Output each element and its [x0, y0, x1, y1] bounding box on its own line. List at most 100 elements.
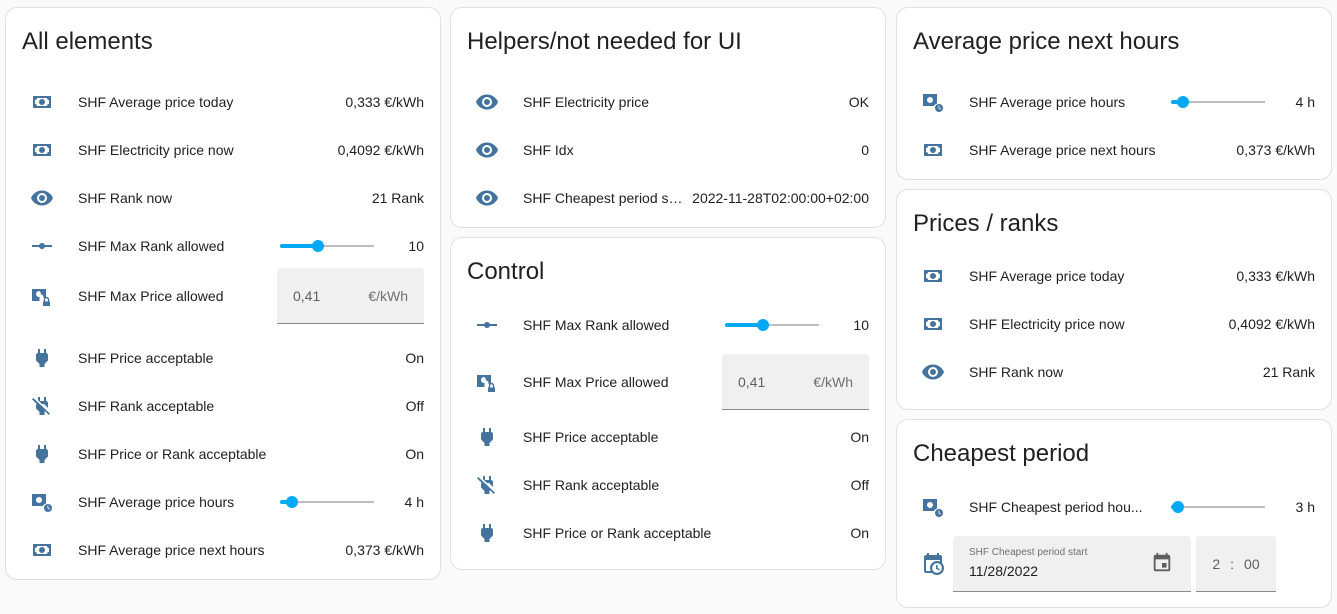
minute-value[interactable]: 00: [1244, 556, 1260, 572]
entity-state: 0: [861, 142, 869, 158]
entity-name: SHF Electricity price: [523, 94, 650, 110]
slider-row: SHF Max Rank allowed 10: [467, 305, 869, 345]
entity-row[interactable]: SHF Rank acceptable Off: [22, 386, 424, 426]
entity-row[interactable]: SHF Price or Rank acceptable On: [467, 513, 869, 553]
slider-thumb[interactable]: [311, 240, 324, 252]
input-unit: €/kWh: [813, 373, 853, 390]
max-price-input[interactable]: 0,41 €/kWh: [277, 268, 424, 324]
entity-name: SHF Price or Rank acceptable: [523, 525, 712, 541]
card-title: All elements: [22, 28, 153, 55]
number-input-row: SHF Max Price allowed 0,41 €/kWh: [22, 268, 424, 324]
time-picker[interactable]: 2 : 00: [1196, 536, 1276, 592]
entity-row[interactable]: SHF Average price today 0,333 €/kWh: [22, 82, 424, 122]
entity-state: 0,373 €/kWh: [345, 542, 424, 558]
ray-vertex-icon: [22, 226, 62, 266]
power-plug-icon: [22, 434, 62, 474]
date-picker-label: SHF Cheapest period start: [969, 547, 1088, 558]
entity-row[interactable]: SHF Rank acceptable Off: [467, 465, 869, 505]
max-price-input[interactable]: 0,41 €/kWh: [722, 354, 869, 410]
entity-state: On: [850, 429, 869, 445]
slider-row: SHF Cheapest period hou... 3 h: [913, 487, 1315, 527]
entity-name: SHF Cheapest period hou...: [969, 499, 1143, 515]
power-plug-icon: [467, 417, 507, 457]
entity-state: 0,333 €/kWh: [345, 94, 424, 110]
card-title: Control: [467, 258, 545, 285]
max-rank-slider[interactable]: [280, 236, 374, 256]
power-plug-off-icon: [22, 386, 62, 426]
avg-hours-slider[interactable]: [280, 492, 374, 512]
entity-row[interactable]: SHF Average price next hours 0,373 €/kWh: [22, 530, 424, 570]
entity-state: On: [405, 446, 424, 462]
prices-ranks-card: Prices / ranks SHF Average price today 0…: [896, 189, 1332, 410]
cheapest-hours-slider[interactable]: [1171, 497, 1265, 517]
entity-state: 0,4092 €/kWh: [1228, 316, 1315, 332]
entity-state: 2022-11-28T02:00:00+02:00: [692, 190, 869, 206]
entity-name: SHF Rank acceptable: [523, 477, 660, 493]
control-card: Control SHF Max Rank allowed 10 SHF Max …: [450, 237, 886, 570]
power-plug-icon: [22, 338, 62, 378]
entity-name: SHF Cheapest period sta...: [523, 190, 685, 206]
calendar-icon[interactable]: [1151, 552, 1173, 574]
entity-row[interactable]: SHF Price acceptable On: [467, 417, 869, 457]
entity-state: 21 Rank: [1262, 364, 1315, 380]
all-elements-card: All elements SHF Average price today 0,3…: [5, 7, 441, 580]
eye-icon: [467, 178, 507, 218]
slider-thumb[interactable]: [286, 496, 299, 508]
slider-row: SHF Max Rank allowed 10: [22, 226, 424, 266]
entity-row[interactable]: SHF Idx 0: [467, 130, 869, 170]
entity-name: SHF Average price next hours: [969, 142, 1156, 158]
entity-name: SHF Average price next hours: [78, 542, 265, 558]
entity-name: SHF Average price today: [78, 94, 234, 110]
hour-value[interactable]: 2: [1212, 556, 1220, 572]
entity-row[interactable]: SHF Average price next hours 0,373 €/kWh: [913, 130, 1315, 170]
input-unit: €/kWh: [368, 287, 408, 304]
cash-icon: [22, 130, 62, 170]
date-picker[interactable]: SHF Cheapest period start 11/28/2022: [953, 536, 1191, 592]
slider-value: 4 h: [404, 494, 424, 510]
slider-thumb[interactable]: [1177, 96, 1190, 108]
cash-clock-icon: [913, 82, 953, 122]
entity-state: 21 Rank: [371, 190, 424, 206]
entity-state: Off: [850, 477, 869, 493]
entity-row[interactable]: SHF Price or Rank acceptable On: [22, 434, 424, 474]
entity-name: SHF Electricity price now: [78, 142, 234, 158]
helpers-card: Helpers/not needed for UI SHF Electricit…: [450, 7, 886, 228]
slider-value: 4 h: [1295, 94, 1315, 110]
entity-row[interactable]: SHF Average price today 0,333 €/kWh: [913, 256, 1315, 296]
entity-name: SHF Electricity price now: [969, 316, 1125, 332]
max-rank-slider[interactable]: [725, 315, 819, 335]
entity-row[interactable]: SHF Rank now 21 Rank: [22, 178, 424, 218]
cheapest-period-card: Cheapest period SHF Cheapest period hou.…: [896, 419, 1332, 608]
slider-value: 10: [853, 317, 869, 333]
entity-state: On: [405, 350, 424, 366]
cash-icon: [22, 530, 62, 570]
entity-state: On: [850, 525, 869, 541]
entity-row[interactable]: SHF Electricity price OK: [467, 82, 869, 122]
power-plug-icon: [467, 513, 507, 553]
entity-state: OK: [848, 94, 869, 110]
avg-hours-slider[interactable]: [1171, 92, 1265, 112]
entity-state: 0,333 €/kWh: [1236, 268, 1315, 284]
slider-thumb[interactable]: [1171, 501, 1184, 513]
entity-state: Off: [405, 398, 424, 414]
cash-lock-icon: [22, 276, 62, 316]
entity-name: SHF Rank acceptable: [78, 398, 215, 414]
entity-row[interactable]: SHF Price acceptable On: [22, 338, 424, 378]
entity-row[interactable]: SHF Electricity price now 0,4092 €/kWh: [22, 130, 424, 170]
slider-value: 10: [408, 238, 424, 254]
entity-state: 0,373 €/kWh: [1236, 142, 1315, 158]
entity-row[interactable]: SHF Electricity price now 0,4092 €/kWh: [913, 304, 1315, 344]
time-separator: :: [1230, 555, 1235, 572]
slider-thumb[interactable]: [756, 319, 769, 331]
entity-state: 0,4092 €/kWh: [337, 142, 424, 158]
entity-name: SHF Average price today: [969, 268, 1125, 284]
cash-icon: [22, 82, 62, 122]
cash-clock-icon: [22, 482, 62, 522]
entity-row[interactable]: SHF Cheapest period sta... 2022-11-28T02…: [467, 178, 869, 218]
cash-icon: [913, 130, 953, 170]
eye-icon: [22, 178, 62, 218]
entity-name: SHF Average price hours: [969, 94, 1126, 110]
slider-row: SHF Average price hours 4 h: [22, 482, 424, 522]
average-price-card: Average price next hours SHF Average pri…: [896, 7, 1332, 180]
entity-row[interactable]: SHF Rank now 21 Rank: [913, 352, 1315, 392]
